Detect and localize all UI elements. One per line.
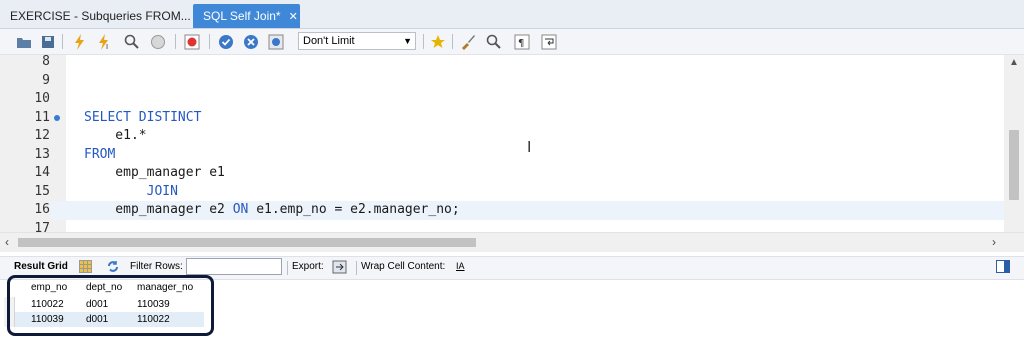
code-text: e1.* xyxy=(84,128,147,143)
code-line-15: 15 JOIN xyxy=(0,183,1004,202)
filter-rows-input[interactable] xyxy=(186,258,282,275)
code-text: emp_manager e2 ON e1.emp_no = e2.manager… xyxy=(84,201,460,220)
refresh-icon[interactable] xyxy=(106,260,120,276)
scroll-up-icon[interactable]: ▲ xyxy=(1004,57,1024,68)
code-line-14: 14 emp_manager e1 xyxy=(0,164,1004,183)
statement-marker-icon xyxy=(54,114,60,121)
tab-exercise-subqueries[interactable]: EXERCISE - Subqueries FROM... xyxy=(0,4,191,28)
export-icon[interactable] xyxy=(332,260,347,277)
line-number: 16 xyxy=(0,201,50,220)
find-icon[interactable] xyxy=(484,32,504,51)
export-label: Export: xyxy=(292,261,324,272)
line-number: 8 xyxy=(42,55,50,69)
line-number: 11 xyxy=(34,109,50,125)
svg-text:¶: ¶ xyxy=(518,38,524,49)
save-icon[interactable] xyxy=(38,32,58,51)
code-line-8: 8 xyxy=(0,55,1004,72)
keyword: SELECT DISTINCT xyxy=(84,109,202,125)
code-line-11: 11 SELECT DISTINCT xyxy=(0,109,1004,128)
execute-current-icon[interactable]: I xyxy=(95,32,115,51)
invisible-chars-icon[interactable]: ¶ xyxy=(512,32,532,51)
scroll-thumb[interactable] xyxy=(18,238,476,247)
svg-text:I: I xyxy=(106,43,108,50)
explain-icon[interactable] xyxy=(122,32,142,51)
code-text: emp_manager e1 xyxy=(84,165,225,180)
editor-tab-bar: EXERCISE - Subqueries FROM... SQL Self J… xyxy=(0,0,1024,29)
rollback-icon[interactable] xyxy=(241,32,261,51)
panel-toggle-icon[interactable] xyxy=(996,260,1010,276)
folder-open-icon[interactable] xyxy=(14,32,34,51)
scroll-thumb[interactable] xyxy=(1009,130,1019,200)
line-number: 17 xyxy=(34,220,50,233)
code-line-10: 10 xyxy=(0,90,1004,109)
grid-view-icon[interactable] xyxy=(79,260,92,276)
code-text: JOIN xyxy=(84,183,178,202)
code-segment: emp_manager e2 xyxy=(84,202,233,217)
keyword: JOIN xyxy=(146,183,178,199)
code-line-12: 12 e1.* xyxy=(0,127,1004,146)
scroll-left-icon[interactable]: ‹ xyxy=(5,235,9,249)
line-number: 13 xyxy=(34,146,50,162)
limit-rows-select[interactable]: Don't Limit ▼ xyxy=(298,32,416,50)
text-cursor-icon: I xyxy=(527,138,532,156)
code-segment: e1.emp_no = e2.manager_no; xyxy=(248,202,460,217)
brush-icon[interactable] xyxy=(458,32,478,51)
stop-icon[interactable] xyxy=(148,32,168,51)
commit-icon[interactable] xyxy=(216,32,236,51)
filter-rows-label: Filter Rows: xyxy=(130,261,183,272)
keyword: FROM xyxy=(84,146,116,162)
line-number: 12 xyxy=(34,128,50,143)
autocommit-icon[interactable] xyxy=(266,32,286,51)
scroll-right-icon[interactable]: › xyxy=(992,235,996,249)
line-number: 10 xyxy=(34,91,50,106)
close-tab-icon[interactable]: ✕ xyxy=(289,5,298,29)
sql-editor-toolbar: I Don't Limit ▼ ¶ xyxy=(0,29,1024,55)
horizontal-scrollbar[interactable]: ‹ › xyxy=(0,232,1024,252)
result-grid-tab[interactable]: Result Grid xyxy=(14,261,68,272)
limit-rows-value: Don't Limit xyxy=(303,35,355,47)
keyword: ON xyxy=(232,202,249,217)
tab-label: EXERCISE - Subqueries FROM... xyxy=(10,9,191,23)
vertical-scrollbar[interactable]: ▲ xyxy=(1004,55,1024,232)
tab-sql-self-join[interactable]: SQL Self Join* ✕ xyxy=(193,4,300,28)
line-number: 14 xyxy=(34,165,50,180)
line-number: 15 xyxy=(34,183,50,199)
wrap-cell-content-label: Wrap Cell Content: xyxy=(361,261,446,272)
line-number: 9 xyxy=(42,72,50,88)
chevron-down-icon: ▼ xyxy=(403,36,412,46)
annotation-highlight-box xyxy=(7,275,214,336)
code-text: SELECT DISTINCT xyxy=(84,109,201,128)
code-text: FROM xyxy=(84,146,115,165)
code-line-13: 13 FROM xyxy=(0,146,1004,165)
tab-label: SQL Self Join* xyxy=(203,9,281,23)
toggle-stop-on-error-icon[interactable] xyxy=(182,32,202,51)
code-line-16: 16 emp_manager e2 ON e1.emp_no = e2.mana… xyxy=(0,201,1004,220)
execute-icon[interactable] xyxy=(70,32,90,51)
wrap-cell-toggle-icon[interactable]: IA xyxy=(456,261,465,271)
wrap-icon[interactable] xyxy=(539,32,559,51)
sql-editor[interactable]: 8 9 10 11 SELECT DISTINCT 12 e1.* 13 FRO… xyxy=(0,55,1024,232)
beautify-icon[interactable] xyxy=(428,32,448,51)
code-line-17: 17 xyxy=(0,220,1004,233)
code-line-9: 9 xyxy=(0,72,1004,91)
